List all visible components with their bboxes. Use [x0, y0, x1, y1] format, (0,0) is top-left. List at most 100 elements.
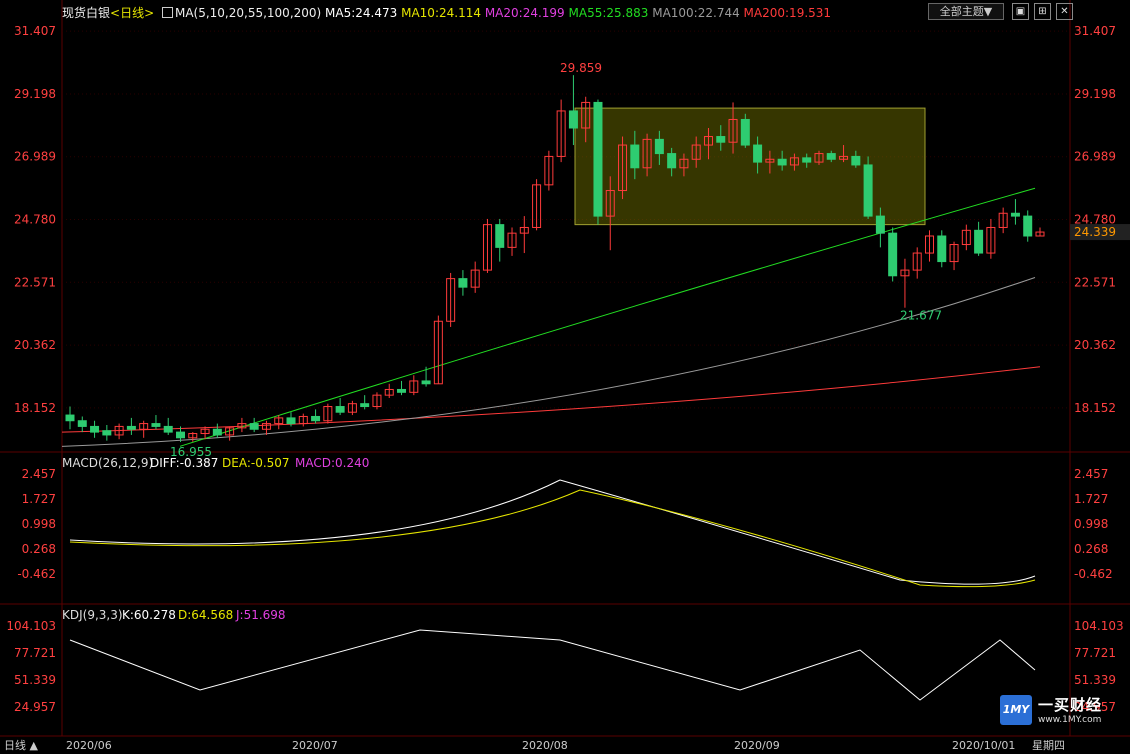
ma10-value: MA10:24.114	[401, 6, 481, 20]
ma-params: MA(5,10,20,55,100,200)	[174, 6, 322, 20]
ma-icon	[161, 7, 173, 18]
price-tick-left: 22.571	[14, 275, 56, 289]
candle	[495, 224, 505, 248]
candle	[777, 158, 787, 166]
price-tick-left: 29.198	[14, 87, 56, 101]
date-label: 星期四	[1032, 739, 1065, 752]
candle	[151, 423, 161, 427]
ma100-line	[61, 277, 1036, 447]
candle	[212, 428, 222, 436]
candle	[826, 153, 836, 160]
kdj-tick-left: 51.339	[14, 673, 56, 687]
candle	[126, 425, 136, 430]
chart-header: 现货白银<日线> MA(5,10,20,55,100,200) MA5:24.4…	[62, 4, 831, 21]
candle	[630, 144, 640, 169]
price-tick-left: 26.989	[14, 150, 56, 164]
candle	[249, 423, 259, 430]
candle	[311, 415, 321, 422]
candle	[458, 278, 468, 288]
macd-tick-left: 2.457	[22, 467, 56, 481]
candle	[740, 118, 750, 146]
high-annotation: 29.859	[560, 61, 602, 75]
period-tab: 日线 ▲	[4, 738, 38, 752]
candle	[102, 430, 112, 436]
chart-window: 31.407 31.407 29.198 29.198 26.989 26.989 24.7…	[0, 0, 1130, 754]
candle	[667, 153, 677, 169]
price-tick-left: 20.362	[14, 338, 56, 352]
kdj-d: D:64.568	[178, 608, 233, 622]
price-tick-left: 24.780	[14, 213, 56, 227]
kdj-tick-right: 77.721	[1074, 646, 1116, 660]
kdj-title: KDJ(9,3,3)	[62, 608, 123, 622]
macd-tick-left: -0.462	[17, 567, 56, 581]
date-label: 2020/08	[522, 739, 568, 752]
price-tick-right: 20.362	[1074, 338, 1116, 352]
macd-tick-left: 0.998	[22, 517, 56, 531]
candle	[888, 232, 898, 277]
layout-icon[interactable]: ⊞	[1034, 3, 1051, 20]
macd-title: MACD(26,12,9)	[62, 456, 153, 470]
kdj-j: J:51.698	[235, 608, 286, 622]
ma55-value: MA55:25.883	[568, 6, 649, 20]
ma20-value: MA20:24.199	[484, 6, 565, 20]
ma200-value: MA200:19.531	[743, 6, 832, 20]
brand-logo: 1MY 一买财经 www.1MY.com	[1000, 694, 1102, 725]
candle	[593, 101, 603, 217]
theme-dropdown[interactable]: 全部主题▼	[928, 3, 1004, 20]
date-label: 2020/07	[292, 739, 338, 752]
candle	[90, 425, 100, 433]
price-tick-right: 18.152	[1074, 401, 1116, 415]
kdj-tick-left: 104.103	[6, 619, 56, 633]
candle	[421, 380, 431, 385]
macd-tick-right: 0.268	[1074, 542, 1108, 556]
price-tick-right: 22.571	[1074, 275, 1116, 289]
candle	[1023, 215, 1033, 237]
candle	[654, 138, 664, 155]
candle	[163, 425, 173, 433]
macd-tick-left: 1.727	[22, 492, 56, 506]
date-label: 2020/09	[734, 739, 780, 752]
current-price: 24.339	[1074, 225, 1116, 239]
candle	[716, 136, 726, 143]
low-annotation: 21.677	[900, 309, 942, 323]
candle	[937, 235, 947, 263]
price-tick-right: 29.198	[1074, 87, 1116, 101]
kline-chart[interactable]: 31.407 31.407 29.198 29.198 26.989 26.989 24.7…	[0, 0, 1130, 754]
logo-name: 一买财经	[1038, 696, 1103, 714]
date-label: 2020/10/01	[952, 739, 1015, 752]
candle	[753, 144, 763, 163]
macd-dea: DEA:-0.507	[222, 456, 290, 470]
instrument-name: 现货白银	[62, 6, 111, 20]
candle	[77, 420, 87, 427]
kdj-k: K:60.278	[122, 608, 176, 622]
kdj-tick-right: 104.103	[1074, 619, 1124, 633]
price-tick-left: 18.152	[14, 401, 56, 415]
period-label[interactable]: <日线>	[110, 6, 154, 20]
candle	[851, 155, 861, 166]
price-tick-left: 31.407	[14, 24, 56, 38]
macd-tick-right: 2.457	[1074, 467, 1108, 481]
ma100-value: MA100:22.744	[652, 6, 740, 20]
macd-dea-line	[69, 489, 1036, 588]
macd-value: MACD:0.240	[295, 456, 369, 470]
macd-tick-right: 1.727	[1074, 492, 1108, 506]
macd-diff-line	[69, 479, 1036, 585]
kdj-tick-left: 77.721	[14, 646, 56, 660]
candle	[875, 215, 885, 234]
price-tick-right: 26.989	[1074, 150, 1116, 164]
candle	[176, 431, 186, 439]
split-window-icon[interactable]: ▣	[1012, 3, 1029, 20]
macd-tick-left: 0.268	[22, 542, 56, 556]
candle	[568, 110, 578, 129]
candle	[974, 229, 984, 254]
macd-tick-right: -0.462	[1074, 567, 1113, 581]
kdj-tick-left: 24.957	[14, 700, 56, 714]
logo-mark: 1MY	[1000, 694, 1032, 725]
candle	[286, 417, 296, 425]
logo-url: www.1MY.com	[1038, 715, 1102, 725]
ma5-value: MA5:24.473	[325, 6, 398, 20]
kdj-tick-right: 51.339	[1074, 673, 1116, 687]
close-icon[interactable]: ✕	[1056, 3, 1073, 20]
candle	[1010, 212, 1020, 217]
candle	[335, 406, 345, 413]
